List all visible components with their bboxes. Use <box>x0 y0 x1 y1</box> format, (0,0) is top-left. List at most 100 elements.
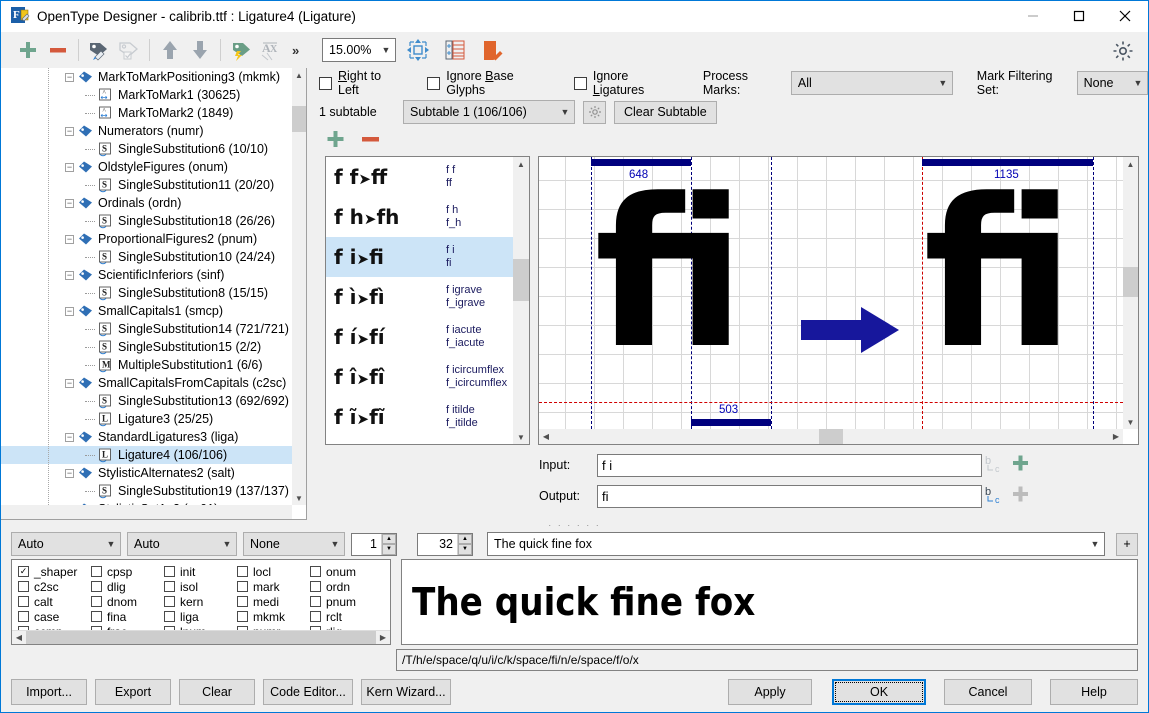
spin-down-icon[interactable]: ▼ <box>382 544 396 555</box>
clear-subtable-button[interactable]: Clear Subtable <box>614 101 717 124</box>
add-sample-text-button[interactable]: + <box>1116 533 1138 556</box>
glyph-tools-icon[interactable]: A X <box>256 35 286 65</box>
script-combo[interactable]: Auto ▼ <box>11 532 121 556</box>
feature-checkbox-item[interactable]: pnum <box>310 594 383 609</box>
right-to-left-checkbox[interactable] <box>319 77 332 90</box>
tree-item[interactable]: SSingleSubstitution18 (26/26) <box>1 212 292 230</box>
language-combo[interactable]: Auto ▼ <box>127 532 237 556</box>
canvas-v-thumb[interactable] <box>1123 267 1138 297</box>
mark-filtering-combo[interactable]: None ▼ <box>1077 71 1148 95</box>
tree-expander[interactable]: − <box>65 127 74 136</box>
sample-text-combo[interactable]: The quick fine fox ▼ <box>487 532 1105 556</box>
feature-checkbox[interactable] <box>91 611 102 622</box>
feature-checkbox-grid[interactable]: _shaperc2sccaltcaseccmpcpspdligdnomfinaf… <box>12 560 390 639</box>
tree-item[interactable]: −ProportionalFigures2 (pnum) <box>1 230 292 248</box>
tree-item[interactable]: −OldstyleFigures (onum) <box>1 158 292 176</box>
feature-checkbox-item[interactable]: case <box>18 609 91 624</box>
lookup-tree[interactable]: −MarkToMarkPositioning3 (mkmk)^MarkToMar… <box>1 68 292 505</box>
canvas-h-thumb[interactable] <box>819 429 843 444</box>
zoom-level-combo[interactable]: 15.00% ▼ <box>322 38 396 62</box>
tree-item[interactable]: −SmallCapitals1 (smcp) <box>1 302 292 320</box>
cancel-button[interactable]: Cancel <box>944 679 1032 705</box>
feature-checkbox-item[interactable]: ordn <box>310 579 383 594</box>
maximize-button[interactable] <box>1056 1 1102 31</box>
feature-checkbox-item[interactable]: dlig <box>91 579 164 594</box>
feature-checkbox-item[interactable]: mkmk <box>237 609 310 624</box>
clear-button[interactable]: Clear <box>179 679 255 705</box>
tree-item[interactable]: SSingleSubstitution10 (24/24) <box>1 248 292 266</box>
glyph-table-icon[interactable] <box>440 35 470 65</box>
feature-checkbox-item[interactable]: mark <box>237 579 310 594</box>
feature-checkbox[interactable] <box>91 596 102 607</box>
ignore-base-glyphs-checkbox[interactable] <box>427 77 440 90</box>
tree-item[interactable]: MMultipleSubstitution1 (6/6) <box>1 356 292 374</box>
feature-checkbox[interactable] <box>310 596 321 607</box>
subtable-combo[interactable]: Subtable 1 (106/106) ▼ <box>403 100 575 124</box>
tree-scroll-thumb[interactable] <box>292 106 306 132</box>
feature-checkbox-item[interactable]: init <box>164 564 237 579</box>
tree-item[interactable]: LLigature3 (25/25) <box>1 410 292 428</box>
tree-item[interactable]: SSingleSubstitution15 (2/2) <box>1 338 292 356</box>
canvas-vertical-scrollbar[interactable]: ▲ ▼ <box>1123 157 1138 429</box>
feature-checkbox-item[interactable]: medi <box>237 594 310 609</box>
feature-checkbox-item[interactable]: c2sc <box>18 579 91 594</box>
tree-item[interactable]: SSingleSubstitution14 (721/721) <box>1 320 292 338</box>
chevron-up-icon[interactable]: ▲ <box>513 157 529 171</box>
feature-checkbox[interactable] <box>310 566 321 577</box>
ignore-base-glyphs-option[interactable]: Ignore Base Glyphs <box>427 69 544 97</box>
ignore-ligatures-checkbox[interactable] <box>574 77 587 90</box>
ligature-list[interactable]: f f➤fff ffff h➤fhf hf_hf i➤fif ifif ì➤fì… <box>326 157 513 444</box>
feature-checkbox-item[interactable]: onum <box>310 564 383 579</box>
feature-checkbox[interactable] <box>91 566 102 577</box>
tree-item[interactable]: SSingleSubstitution19 (137/137) <box>1 482 292 500</box>
feature-checkbox[interactable] <box>18 596 29 607</box>
spin-down-icon[interactable]: ▼ <box>458 544 472 555</box>
font-size-spinner[interactable]: 32 ▲▼ <box>417 533 473 556</box>
code-editor-button[interactable]: Code Editor... <box>263 679 353 705</box>
feature-checkbox[interactable] <box>310 611 321 622</box>
output-field[interactable]: fi <box>597 485 982 508</box>
tree-item[interactable]: ^MarkToMark1 (30625) <box>1 86 292 104</box>
chevron-down-icon[interactable]: ▼ <box>292 491 306 505</box>
edit-tag-icon[interactable] <box>84 35 114 65</box>
feature-checkbox-item[interactable]: rclt <box>310 609 383 624</box>
help-button[interactable]: Help <box>1050 679 1138 705</box>
kern-wizard-button[interactable]: Kern Wizard... <box>361 679 451 705</box>
chevron-up-icon[interactable]: ▲ <box>292 68 306 82</box>
ignore-ligatures-option[interactable]: Ignore Ligatures <box>574 69 673 97</box>
tree-item[interactable]: −SmallCapitalsFromCapitals (c2sc) <box>1 374 292 392</box>
feature-checkbox-item[interactable]: calt <box>18 594 91 609</box>
spin-up-icon[interactable]: ▲ <box>458 534 472 545</box>
feature-checkbox-item[interactable]: locl <box>237 564 310 579</box>
fit-to-window-icon[interactable] <box>403 35 433 65</box>
tree-expander[interactable]: − <box>65 235 74 244</box>
remove-ligature-button[interactable] <box>360 129 381 153</box>
glyph-preview-canvas[interactable]: 648 503 fi 1135 <box>538 156 1139 445</box>
minimize-button[interactable] <box>1010 1 1056 31</box>
tree-item[interactable]: −StandardLigatures3 (liga) <box>1 428 292 446</box>
ok-button[interactable]: OK <box>832 679 926 705</box>
ligature-list-item[interactable]: f í➤fíf iacutef_iacute <box>326 317 513 357</box>
text-preview-panel[interactable]: The quick fine fox <box>401 559 1138 645</box>
feature-checkbox-item[interactable]: dnom <box>91 594 164 609</box>
right-to-left-option[interactable]: Right to Left <box>319 69 397 97</box>
feature-checkbox[interactable] <box>164 581 175 592</box>
add-lookup-button[interactable] <box>13 35 43 65</box>
feature-checkbox-item[interactable]: isol <box>164 579 237 594</box>
splitter-handle[interactable]: · · · · · · <box>1 520 1148 529</box>
import-button[interactable]: Import... <box>11 679 87 705</box>
feature-checkbox[interactable] <box>18 566 29 577</box>
feature-checkbox[interactable] <box>310 581 321 592</box>
chevron-left-icon[interactable]: ◀ <box>12 631 26 645</box>
tree-item[interactable]: SSingleSubstitution11 (20/20) <box>1 176 292 194</box>
tree-item[interactable]: SSingleSubstitution8 (15/15) <box>1 284 292 302</box>
ligature-list-item[interactable]: f f➤fff fff <box>326 157 513 197</box>
feature-checkbox[interactable] <box>164 596 175 607</box>
apply-button[interactable]: Apply <box>728 679 812 705</box>
subtable-settings-button[interactable] <box>583 101 606 124</box>
ligature-list-item[interactable]: f ĩ➤fĩf itildef_itilde <box>326 397 513 437</box>
tree-expander[interactable]: − <box>65 163 74 172</box>
ligature-list-item[interactable]: f ï➤fïf idieresisf_idieresis <box>326 437 513 445</box>
glyph-sequence-field[interactable]: /T/h/e/space/q/u/i/c/k/space/fi/n/e/spac… <box>396 649 1138 671</box>
tree-item[interactable]: ^MarkToMark2 (1849) <box>1 104 292 122</box>
